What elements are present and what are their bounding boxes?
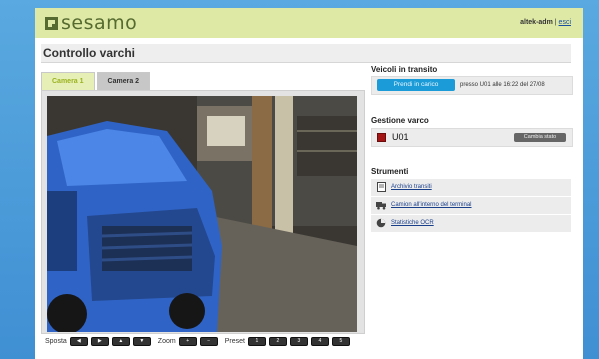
tool-row-trucks: Camion all'interno del terminal bbox=[371, 197, 571, 215]
preset-3-button[interactable]: 3 bbox=[289, 336, 308, 346]
preset-4-button[interactable]: 4 bbox=[310, 336, 329, 346]
tool-row-archive: Archivio transiti bbox=[371, 179, 571, 197]
down-arrow-icon[interactable]: ▼ bbox=[132, 336, 151, 346]
preset-2-button[interactable]: 2 bbox=[268, 336, 287, 346]
pie-chart-icon bbox=[376, 218, 386, 228]
tool-row-ocr: Statistiche OCR bbox=[371, 215, 571, 233]
logout-link[interactable]: esci bbox=[559, 19, 571, 26]
right-arrow-icon[interactable]: ▶ bbox=[90, 336, 109, 346]
username: altek-adm bbox=[520, 19, 553, 26]
zoom-label: Zoom bbox=[157, 337, 176, 345]
transit-section-title: Veicoli in transito bbox=[371, 65, 438, 74]
gate-section-title: Gestione varco bbox=[371, 116, 429, 125]
tools-section-title: Strumenti bbox=[371, 167, 409, 176]
gate-name: U01 bbox=[392, 132, 409, 142]
logo-text: sesamo bbox=[61, 12, 138, 34]
truck-icon bbox=[376, 202, 386, 210]
transit-panel: Prendi in carico presso U01 alle 16:22 d… bbox=[371, 76, 573, 95]
up-arrow-icon[interactable]: ▲ bbox=[111, 336, 130, 346]
user-box: altek-adm | esci bbox=[520, 19, 571, 26]
camera-feed-image bbox=[47, 96, 357, 332]
take-charge-button[interactable]: Prendi in carico bbox=[377, 79, 455, 91]
archive-icon bbox=[377, 182, 386, 192]
zoom-out-icon[interactable]: − bbox=[199, 336, 218, 346]
logo-mark-icon bbox=[45, 16, 58, 30]
change-state-button[interactable]: Cambia stato bbox=[514, 133, 566, 142]
preset-1-button[interactable]: 1 bbox=[247, 336, 266, 346]
trucks-in-terminal-link[interactable]: Camion all'interno del terminal bbox=[391, 202, 472, 208]
camera-controls: Sposta ◀ ▶ ▲ ▼ Zoom + − Preset 1 2 3 4 5 bbox=[41, 334, 363, 348]
camera-tabs: Camera 1 Camera 2 bbox=[41, 72, 152, 91]
preset-5-button[interactable]: 5 bbox=[331, 336, 350, 346]
left-arrow-icon[interactable]: ◀ bbox=[69, 336, 88, 346]
tab-camera-1[interactable]: Camera 1 bbox=[41, 72, 95, 91]
user-separator: | bbox=[554, 19, 557, 26]
tab-camera-2[interactable]: Camera 2 bbox=[96, 72, 151, 91]
header-bar: sesamo altek-adm | esci bbox=[35, 8, 583, 38]
gate-panel: U01 Cambia stato bbox=[371, 128, 573, 147]
title-bar: Controllo varchi bbox=[41, 44, 571, 63]
preset-label: Preset bbox=[224, 337, 245, 345]
zoom-in-icon[interactable]: + bbox=[178, 336, 197, 346]
archive-transits-link[interactable]: Archivio transiti bbox=[391, 184, 432, 190]
move-label: Sposta bbox=[45, 337, 67, 345]
app-window: sesamo altek-adm | esci Controllo varchi… bbox=[35, 8, 583, 359]
logo[interactable]: sesamo bbox=[45, 12, 138, 34]
page-title: Controllo varchi bbox=[43, 46, 136, 60]
gate-status-indicator bbox=[377, 133, 386, 142]
transit-info: presso U01 alle 16:22 del 27/08 bbox=[460, 82, 545, 88]
camera-panel bbox=[41, 90, 365, 334]
camera-feed bbox=[47, 96, 357, 332]
ocr-statistics-link[interactable]: Statistiche OCR bbox=[391, 220, 434, 226]
